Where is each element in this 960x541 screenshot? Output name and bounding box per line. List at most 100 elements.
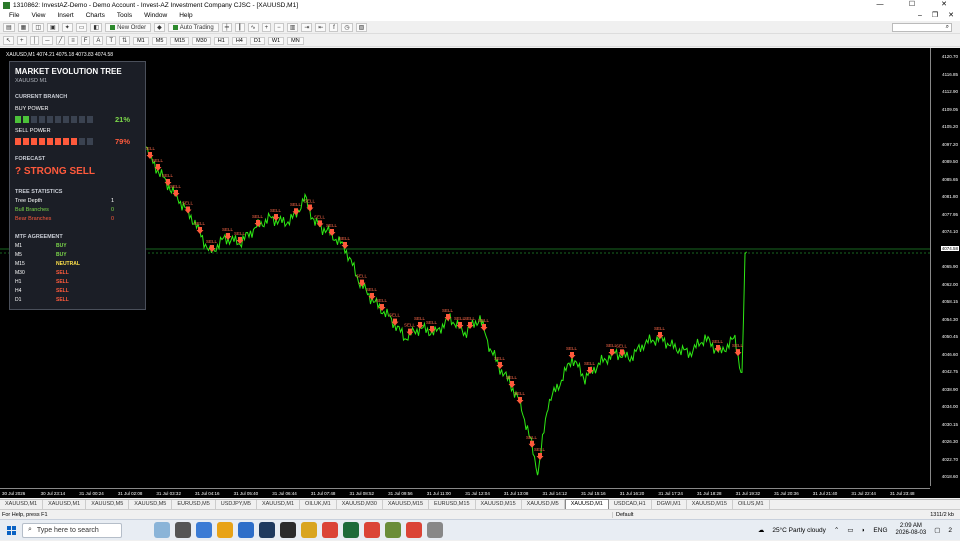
app-icon-3[interactable] bbox=[280, 522, 296, 538]
chart-tab[interactable]: OILUK,M1 bbox=[300, 500, 337, 509]
start-button[interactable] bbox=[0, 520, 22, 541]
cursor-icon[interactable]: ↖ bbox=[3, 36, 15, 45]
metaeditor-icon[interactable]: ◆ bbox=[154, 23, 165, 32]
chart-tab[interactable]: XAUUSD,M15 bbox=[476, 500, 522, 509]
timeframe-m1[interactable]: M1 bbox=[133, 36, 149, 45]
fibonacci-icon[interactable]: F bbox=[80, 36, 91, 45]
vertical-line-icon[interactable]: │ bbox=[29, 36, 40, 45]
volume-icon[interactable]: ◗ bbox=[861, 527, 865, 534]
market-watch-icon[interactable]: ◫ bbox=[32, 23, 45, 32]
chart-tab[interactable]: XAUUSD,M5 bbox=[522, 500, 565, 509]
chart-tab[interactable]: EURUSD,M15 bbox=[429, 500, 476, 509]
autoscroll-icon[interactable]: ⇥ bbox=[301, 23, 313, 32]
line-chart-icon[interactable]: ∿ bbox=[247, 23, 259, 32]
mdi-close-icon[interactable]: ✕ bbox=[948, 10, 954, 21]
zoom-out-icon[interactable]: − bbox=[274, 23, 284, 32]
app-icon-4[interactable] bbox=[385, 522, 401, 538]
new-chart-icon[interactable]: ▤ bbox=[3, 23, 15, 32]
menu-tools[interactable]: Tools bbox=[111, 12, 138, 19]
menu-window[interactable]: Window bbox=[138, 12, 173, 19]
auto-trading-button[interactable]: Auto Trading bbox=[167, 23, 219, 32]
sell-signal-label: SELL bbox=[170, 184, 182, 189]
chart-tab[interactable]: USDJPY,M5 bbox=[216, 500, 257, 509]
chart-shift-icon[interactable]: ⇤ bbox=[315, 23, 327, 32]
sell-signal-label: SELL bbox=[339, 236, 351, 241]
timeframe-m5[interactable]: M5 bbox=[151, 36, 168, 45]
text-icon[interactable]: A bbox=[93, 36, 104, 45]
timeframe-m15[interactable]: M15 bbox=[170, 36, 190, 45]
mail-icon[interactable] bbox=[238, 522, 254, 538]
chrome-icon[interactable] bbox=[322, 522, 338, 538]
chart-tab[interactable]: XAUUSD,M30 bbox=[337, 500, 383, 509]
data-window-icon[interactable]: ▣ bbox=[47, 23, 59, 32]
chrome-icon-3[interactable] bbox=[406, 522, 422, 538]
timeframe-h4[interactable]: H4 bbox=[231, 36, 247, 45]
chart-tab[interactable]: XAUUSD,M1 bbox=[0, 500, 44, 509]
tile-windows-icon[interactable]: ▥ bbox=[286, 23, 299, 32]
taskbar-search[interactable]: ⌕ Type here to search bbox=[22, 522, 122, 538]
navigator-icon[interactable]: ✦ bbox=[61, 23, 73, 32]
investaz-icon[interactable] bbox=[343, 522, 359, 538]
arrows-icon[interactable]: ⇅ bbox=[119, 36, 131, 45]
timeframe-h1[interactable]: H1 bbox=[213, 36, 229, 45]
timeframe-w1[interactable]: W1 bbox=[267, 36, 285, 45]
menu-view[interactable]: View bbox=[25, 12, 51, 19]
menu-file[interactable]: File bbox=[3, 12, 25, 19]
label-icon[interactable]: T bbox=[106, 36, 117, 45]
app-icon-2[interactable] bbox=[259, 522, 275, 538]
clock[interactable]: 2:09 AM 2026-08-03 bbox=[896, 523, 927, 537]
mdi-restore-icon[interactable]: ❐ bbox=[932, 10, 938, 21]
new-order-button[interactable]: New Order bbox=[105, 23, 152, 32]
folder-icon[interactable] bbox=[301, 522, 317, 538]
chrome-icon-2[interactable] bbox=[364, 522, 380, 538]
trendline-icon[interactable]: ╱ bbox=[55, 36, 66, 45]
chart-tab[interactable]: EURUSD,M5 bbox=[172, 500, 216, 509]
terminal-icon[interactable]: ▭ bbox=[75, 23, 88, 32]
chart-tab[interactable]: XAUUSD,M15 bbox=[687, 500, 733, 509]
timeframe-m30[interactable]: M30 bbox=[192, 36, 211, 45]
network-icon[interactable]: ▭ bbox=[847, 526, 853, 534]
menu-insert[interactable]: Insert bbox=[51, 12, 79, 19]
menu-charts[interactable]: Charts bbox=[80, 12, 111, 19]
app-icon-5[interactable] bbox=[427, 522, 443, 538]
chart-tab[interactable]: XAUUSD,M5 bbox=[86, 500, 130, 509]
sell-signal-label: SELL bbox=[194, 221, 206, 226]
tester-icon[interactable]: ◧ bbox=[90, 23, 103, 32]
timeframe-mn[interactable]: MN bbox=[287, 36, 304, 45]
price-tick: 4054.30 bbox=[941, 316, 958, 322]
zoom-in-icon[interactable]: + bbox=[261, 23, 272, 32]
channel-icon[interactable]: ≡ bbox=[68, 36, 78, 45]
language-indicator[interactable]: ENG bbox=[873, 527, 887, 534]
chart-tab[interactable]: USDCAD,H1 bbox=[609, 500, 652, 509]
chart-tab[interactable]: XAUUSD,M5 bbox=[129, 500, 173, 509]
timeframe-d1[interactable]: D1 bbox=[249, 36, 265, 45]
bar-chart-icon[interactable]: ╪ bbox=[221, 23, 232, 32]
templates-icon[interactable]: ▧ bbox=[355, 23, 368, 32]
search-input[interactable]: ⌕ bbox=[892, 23, 952, 32]
periods-icon[interactable]: ◷ bbox=[341, 23, 353, 32]
chart-tab[interactable]: OILUS,M1 bbox=[733, 500, 770, 509]
app-icon-1[interactable] bbox=[196, 522, 212, 538]
chart-tab[interactable]: DGWI,M1 bbox=[652, 500, 687, 509]
chart-tab[interactable]: XAUUSD,M1 bbox=[43, 500, 87, 509]
close-button[interactable]: ✕ bbox=[928, 0, 960, 10]
maximize-button[interactable]: ☐ bbox=[896, 0, 928, 10]
mdi-minimize-icon[interactable]: – bbox=[918, 10, 922, 21]
minimize-button[interactable]: — bbox=[864, 0, 896, 10]
chart-tab[interactable]: XAUUSD,M1 bbox=[257, 500, 301, 509]
profiles-icon[interactable]: ▦ bbox=[17, 23, 30, 32]
indicators-icon[interactable]: f bbox=[329, 23, 339, 32]
crosshair-icon[interactable]: + bbox=[17, 36, 27, 45]
widgets-icon[interactable] bbox=[154, 522, 170, 538]
candle-chart-icon[interactable]: ┃ bbox=[235, 23, 245, 32]
file-explorer-icon[interactable] bbox=[217, 522, 233, 538]
weather-icon[interactable]: ☁ bbox=[758, 526, 765, 534]
task-view-icon[interactable] bbox=[175, 522, 191, 538]
notifications-icon[interactable]: ▢ bbox=[934, 526, 940, 534]
system-tray: ☁ 25°C Partly cloudy ⌃ ▭ ◗ ENG 2:09 AM 2… bbox=[758, 523, 960, 537]
chart-tab[interactable]: XAUUSD,M15 bbox=[383, 500, 430, 509]
tray-chevron-icon[interactable]: ⌃ bbox=[834, 526, 839, 534]
menu-help[interactable]: Help bbox=[173, 12, 198, 19]
horizontal-line-icon[interactable]: ─ bbox=[42, 36, 53, 45]
weather-text[interactable]: 25°C Partly cloudy bbox=[772, 527, 826, 534]
